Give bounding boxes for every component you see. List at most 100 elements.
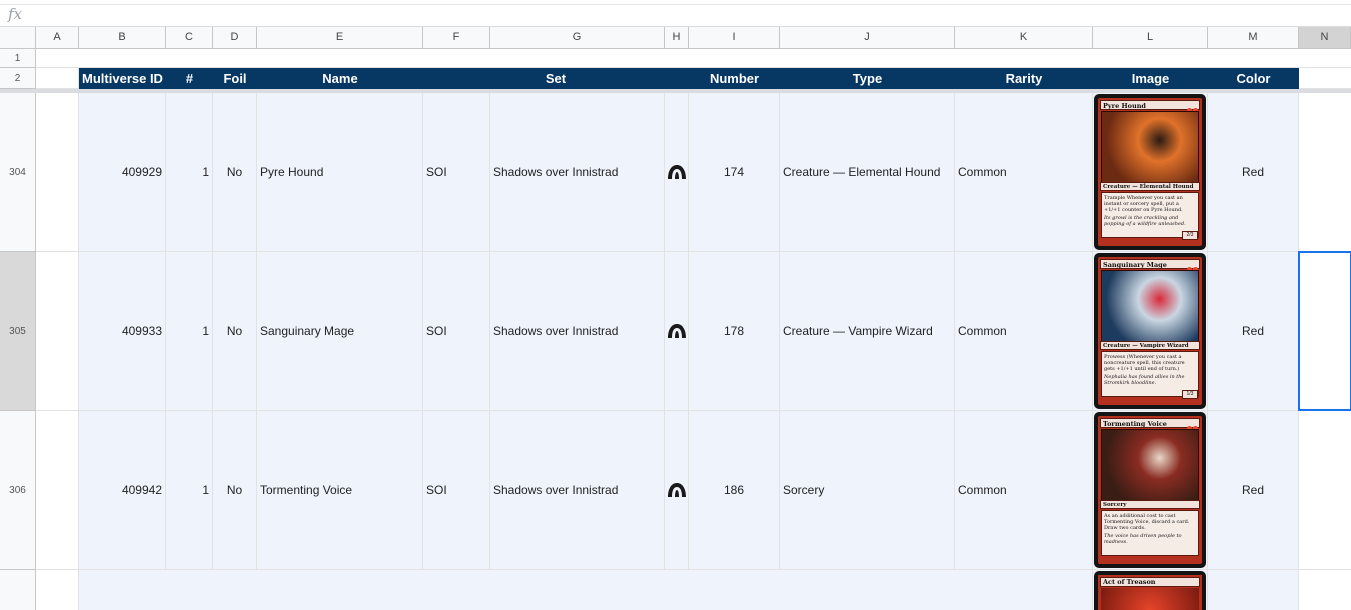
cell-name[interactable]: Sanguinary Mage <box>257 252 423 411</box>
card-art <box>1101 429 1199 501</box>
set-symbol-icon <box>666 162 688 183</box>
column-header-a[interactable]: A <box>36 27 79 49</box>
card-rules-text: Trample Whenever you cast an instant or … <box>1104 195 1183 213</box>
cell-name[interactable]: Pyre Hound <box>257 93 423 252</box>
select-all-corner[interactable] <box>0 27 36 49</box>
partial-card-image: Act of Treason <box>1094 571 1206 610</box>
cell-set-code[interactable]: SOI <box>423 411 490 570</box>
column-header-c[interactable]: C <box>166 27 213 49</box>
cell-set-symbol[interactable] <box>665 252 689 411</box>
header-type[interactable]: Type <box>780 68 955 89</box>
header-multiverse-id[interactable]: Multiverse ID <box>79 68 166 89</box>
card-rules-text: Prowess (Whenever you cast a noncreature… <box>1104 354 1185 372</box>
partial-row-cells[interactable] <box>79 570 1093 610</box>
partial-image-cell[interactable]: Act of Treason <box>1093 570 1208 610</box>
cell-color[interactable]: Red <box>1208 411 1299 570</box>
row-header-304[interactable]: 304 <box>0 93 36 252</box>
card-image[interactable]: Pyre Hound Creature — Elemental Hound Tram… <box>1094 94 1206 250</box>
cell-image[interactable]: Tormenting Voice Sorcery As an additional … <box>1093 411 1208 570</box>
row-header-2[interactable]: 2 <box>0 68 36 89</box>
column-header-n[interactable]: N <box>1299 27 1351 49</box>
card-title: Tormenting Voice <box>1100 418 1200 428</box>
formula-bar: fx <box>0 0 1351 28</box>
cell-rarity[interactable]: Common <box>955 411 1093 570</box>
cell-n[interactable] <box>1299 411 1351 570</box>
cell-count[interactable]: 1 <box>166 252 213 411</box>
cell-name[interactable]: Tormenting Voice <box>257 411 423 570</box>
cell-type[interactable]: Sorcery <box>780 411 955 570</box>
partial-color-cell[interactable] <box>1208 570 1299 610</box>
cell-color[interactable]: Red <box>1208 252 1299 411</box>
cell-set-name[interactable]: Shadows over Innistrad <box>490 93 665 252</box>
row-1-empty[interactable] <box>36 49 1351 68</box>
cell-set-name[interactable]: Shadows over Innistrad <box>490 411 665 570</box>
cell-number[interactable]: 178 <box>689 252 780 411</box>
card-image[interactable]: Tormenting Voice Sorcery As an additional … <box>1094 412 1206 568</box>
formula-input[interactable] <box>32 4 1351 28</box>
cell-type[interactable]: Creature — Elemental Hound <box>780 93 955 252</box>
header-count[interactable]: # <box>166 68 213 89</box>
cell-foil[interactable]: No <box>213 93 257 252</box>
column-header-g[interactable]: G <box>490 27 665 49</box>
header-number[interactable]: Number <box>689 68 780 89</box>
mana-cost-icon <box>1186 102 1198 113</box>
header-foil[interactable]: Foil <box>213 68 257 89</box>
cell-multiverse-id[interactable]: 409942 <box>79 411 166 570</box>
cell-image[interactable]: Sanguinary Mage Creature — Vampire Wizard… <box>1093 252 1208 411</box>
cell-a[interactable] <box>36 252 79 411</box>
cell-set-symbol[interactable] <box>665 411 689 570</box>
column-header-b[interactable]: B <box>79 27 166 49</box>
header-color[interactable]: Color <box>1208 68 1299 89</box>
header-empty-n[interactable] <box>1299 68 1351 89</box>
partial-cell-a[interactable] <box>36 570 79 610</box>
cell-n[interactable] <box>1299 93 1351 252</box>
cell-count[interactable]: 1 <box>166 411 213 570</box>
cell-image[interactable]: Pyre Hound Creature — Elemental Hound Tram… <box>1093 93 1208 252</box>
column-header-i[interactable]: I <box>689 27 780 49</box>
header-image[interactable]: Image <box>1093 68 1208 89</box>
card-title: Sanguinary Mage <box>1100 259 1200 269</box>
card-flavor-text: Its growl is the crackling and popping o… <box>1104 215 1186 227</box>
column-header-f[interactable]: F <box>423 27 490 49</box>
cell-foil[interactable]: No <box>213 411 257 570</box>
row-header-305[interactable]: 305 <box>0 252 36 411</box>
row-header-306[interactable]: 306 <box>0 411 36 570</box>
cell-multiverse-id[interactable]: 409929 <box>79 93 166 252</box>
cell-rarity[interactable]: Common <box>955 93 1093 252</box>
row-header-partial[interactable] <box>0 570 36 610</box>
header-rarity[interactable]: Rarity <box>955 68 1093 89</box>
cell-set-symbol[interactable] <box>665 93 689 252</box>
row-header-1[interactable]: 1 <box>0 49 36 68</box>
mana-cost-icon <box>1186 420 1198 431</box>
card-power-toughness: 1/3 <box>1182 390 1198 399</box>
header-empty-a[interactable] <box>36 68 79 89</box>
card-image[interactable]: Sanguinary Mage Creature — Vampire Wizard… <box>1094 253 1206 409</box>
cell-n[interactable] <box>1299 252 1351 411</box>
card-power-toughness: 2/3 <box>1182 231 1198 240</box>
column-header-m[interactable]: M <box>1208 27 1299 49</box>
column-header-e[interactable]: E <box>257 27 423 49</box>
column-header-j[interactable]: J <box>780 27 955 49</box>
cell-a[interactable] <box>36 93 79 252</box>
partial-card-title: Act of Treason <box>1100 577 1200 587</box>
cell-set-name[interactable]: Shadows over Innistrad <box>490 252 665 411</box>
card-type-line: Creature — Vampire Wizard <box>1100 341 1200 350</box>
column-header-k[interactable]: K <box>955 27 1093 49</box>
cell-rarity[interactable]: Common <box>955 252 1093 411</box>
cell-a[interactable] <box>36 411 79 570</box>
cell-number[interactable]: 186 <box>689 411 780 570</box>
cell-type[interactable]: Creature — Vampire Wizard <box>780 252 955 411</box>
cell-count[interactable]: 1 <box>166 93 213 252</box>
cell-multiverse-id[interactable]: 409933 <box>79 252 166 411</box>
column-header-d[interactable]: D <box>213 27 257 49</box>
cell-number[interactable]: 174 <box>689 93 780 252</box>
mana-cost-icon <box>1186 261 1198 272</box>
cell-color[interactable]: Red <box>1208 93 1299 252</box>
header-set[interactable]: Set <box>423 68 689 89</box>
column-header-h[interactable]: H <box>665 27 689 49</box>
cell-foil[interactable]: No <box>213 252 257 411</box>
cell-set-code[interactable]: SOI <box>423 252 490 411</box>
column-header-l[interactable]: L <box>1093 27 1208 49</box>
header-name[interactable]: Name <box>257 68 423 89</box>
cell-set-code[interactable]: SOI <box>423 93 490 252</box>
